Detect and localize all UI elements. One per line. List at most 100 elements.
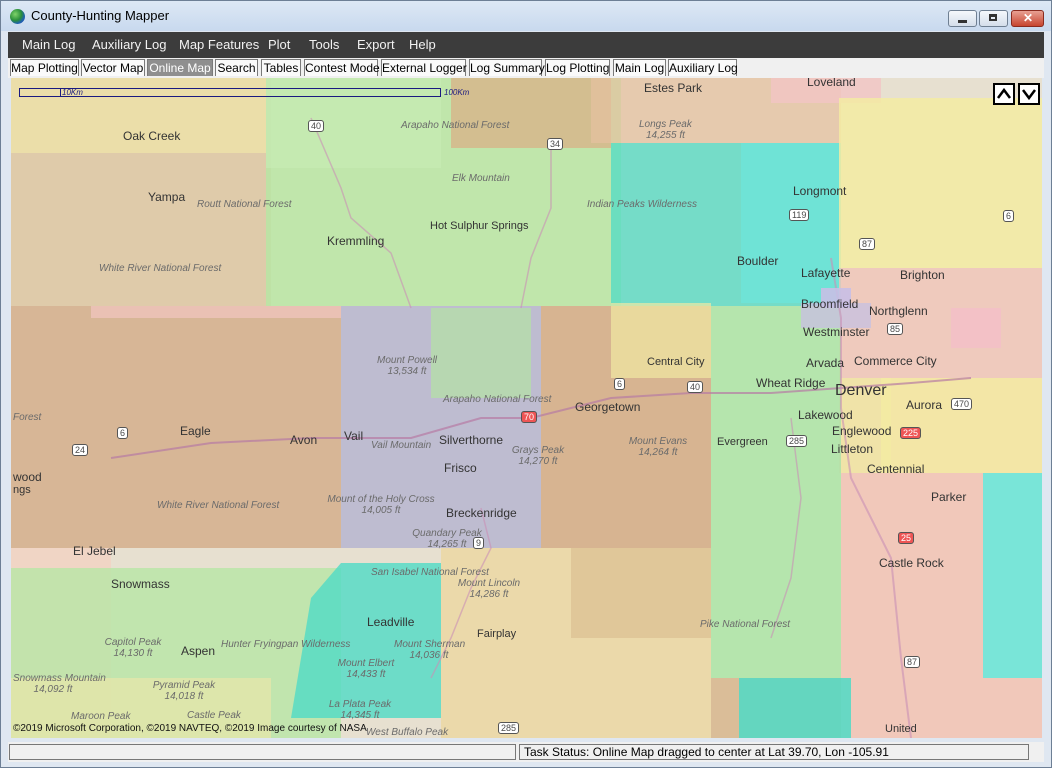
chevron-down-icon (1022, 89, 1036, 101)
map-label-ngs: ngs (13, 484, 31, 496)
menu-export[interactable]: Export (357, 37, 395, 52)
map-label-maroon-peak: Maroon Peak (71, 711, 131, 722)
map-label-denver: Denver (835, 382, 887, 399)
map-label-longmont: Longmont (793, 184, 847, 198)
map-label-la-plata-peak: La Plata Peak 14,345 ft (328, 699, 392, 721)
map-label-silverthorne: Silverthorne (439, 433, 504, 447)
online-map[interactable]: 10Km 100Km Loveland Estes Park Longs Pea… (11, 78, 1042, 738)
tab-log-plotting[interactable]: Log Plotting (545, 59, 610, 76)
map-label-west-buffalo: West Buffalo Peak (366, 727, 449, 738)
scale-long-label: 100Km (444, 88, 470, 97)
map-label-westminster: Westminster (803, 325, 870, 339)
map-label-white-river-nf: White River National Forest (99, 263, 221, 274)
menu-help[interactable]: Help (409, 37, 436, 52)
map-label-lakewood: Lakewood (798, 408, 853, 422)
map-scroll-up-button[interactable] (993, 83, 1015, 105)
highway-shield: 9 (473, 537, 485, 549)
map-label-commerce-city: Commerce City (854, 354, 937, 368)
map-label-kremmling: Kremmling (327, 234, 385, 248)
highway-shield: 6 (117, 427, 129, 439)
close-button[interactable] (1011, 10, 1044, 27)
map-label-centennial: Centennial (867, 462, 925, 476)
map-label-hunter-fryingpan: Hunter Fryingpan Wilderness (221, 639, 351, 650)
map-label-pike-nf: Pike National Forest (700, 619, 791, 630)
map-label-quandary-peak: Quandary Peak 14,265 ft (412, 528, 482, 550)
highway-shield: 285 (786, 435, 808, 447)
map-label-grays-peak: Grays Peak 14,270 ft (511, 445, 565, 467)
menu-auxiliary-log[interactable]: Auxiliary Log (92, 37, 166, 52)
map-label-leadville: Leadville (367, 615, 415, 629)
tab-vector-map[interactable]: Vector Map (81, 59, 145, 76)
tab-log-summary[interactable]: Log Summary (469, 59, 545, 76)
highway-shield: 40 (687, 381, 704, 393)
highway-shield: 119 (789, 209, 810, 221)
map-label-wheat-ridge: Wheat Ridge (756, 376, 826, 390)
highway-shield: 85 (887, 323, 904, 335)
window-title: County-Hunting Mapper (31, 8, 170, 23)
map-label-estes-park: Estes Park (644, 81, 703, 95)
map-label-arvada: Arvada (806, 356, 845, 370)
map-label-castle-peak: Castle Peak (187, 710, 241, 721)
menu-main-log[interactable]: Main Log (22, 37, 75, 52)
map-label-littleton: Littleton (831, 442, 874, 456)
map-label-aurora: Aurora (906, 398, 943, 412)
map-scroll-down-button[interactable] (1018, 83, 1040, 105)
menu-map-features[interactable]: Map Features (179, 37, 259, 52)
tab-tables[interactable]: Tables (261, 59, 301, 76)
map-county-overlay (11, 78, 1042, 738)
tab-contest-mode[interactable]: Contest Mode (304, 59, 380, 76)
map-label-lafayette: Lafayette (801, 266, 851, 280)
map-label-fairplay: Fairplay (477, 628, 517, 640)
status-panel-left (9, 744, 516, 760)
globe-icon (10, 9, 25, 24)
map-label-brighton: Brighton (900, 268, 945, 282)
tab-external-logger[interactable]: External Logger (381, 59, 467, 76)
title-bar[interactable]: County-Hunting Mapper (1, 1, 1051, 31)
highway-shield: 470 (951, 398, 973, 410)
highway-shield: 40 (308, 120, 325, 132)
highway-shield: 6 (1003, 210, 1015, 222)
map-label-vail: Vail (344, 429, 364, 443)
map-label-oak-creek: Oak Creek (123, 129, 181, 143)
chevron-up-icon (997, 87, 1011, 99)
map-label-avon: Avon (290, 433, 318, 447)
tab-strip: Map Plotting Vector Map Online Map Searc… (8, 58, 1044, 78)
maximize-button[interactable] (979, 10, 1008, 27)
map-label-holy-cross: Mount of the Holy Cross 14,005 ft (327, 494, 435, 516)
map-label-northglenn: Northglenn (869, 304, 928, 318)
scale-tick (60, 89, 61, 97)
map-label-hot-sulphur: Hot Sulphur Springs (430, 220, 529, 232)
highway-shield: 25 (898, 532, 915, 544)
app-window: County-Hunting Mapper Main Log Auxiliary… (0, 0, 1052, 768)
map-label-wood: wood (13, 470, 42, 484)
map-label-yampa: Yampa (148, 190, 186, 204)
map-label-snowmass: Snowmass (111, 577, 170, 591)
minimize-button[interactable] (948, 10, 977, 27)
map-label-mount-sherman: Mount Sherman 14,036 ft (394, 639, 466, 661)
map-label-arapaho-nf: Arapaho National Forest (401, 120, 510, 131)
map-label-frisco: Frisco (444, 461, 477, 475)
tab-main-log[interactable]: Main Log (613, 59, 666, 76)
tab-online-map[interactable]: Online Map (147, 59, 213, 76)
map-label-breckenridge: Breckenridge (446, 506, 517, 520)
map-label-forest-left: Forest (13, 412, 42, 423)
highway-shield: 87 (859, 238, 876, 250)
map-label-georgetown: Georgetown (575, 400, 641, 414)
map-label-el-jebel: El Jebel (73, 544, 116, 558)
tab-search[interactable]: Search (215, 59, 258, 76)
map-label-san-isabel: San Isabel National Forest (371, 567, 489, 578)
tab-auxiliary-log[interactable]: Auxiliary Log (668, 59, 738, 76)
map-copyright: ©2019 Microsoft Corporation, ©2019 NAVTE… (13, 723, 367, 734)
tab-map-plotting[interactable]: Map Plotting (10, 59, 79, 76)
map-scale-bar: 10Km 100Km (19, 88, 469, 97)
menu-plot[interactable]: Plot (268, 37, 290, 52)
highway-shield: 6 (614, 378, 626, 390)
map-label-vail-mountain: Vail Mountain (371, 440, 432, 451)
menu-tools[interactable]: Tools (309, 37, 339, 52)
map-label-central-city: Central City (647, 356, 705, 368)
highway-shield: 87 (904, 656, 921, 668)
map-label-indian-peaks: Indian Peaks Wilderness (587, 199, 697, 210)
task-status: Task Status: Online Map dragged to cente… (519, 744, 1029, 760)
map-label-mount-lincoln: Mount Lincoln 14,286 ft (457, 578, 521, 600)
highway-shield: 285 (498, 722, 520, 734)
